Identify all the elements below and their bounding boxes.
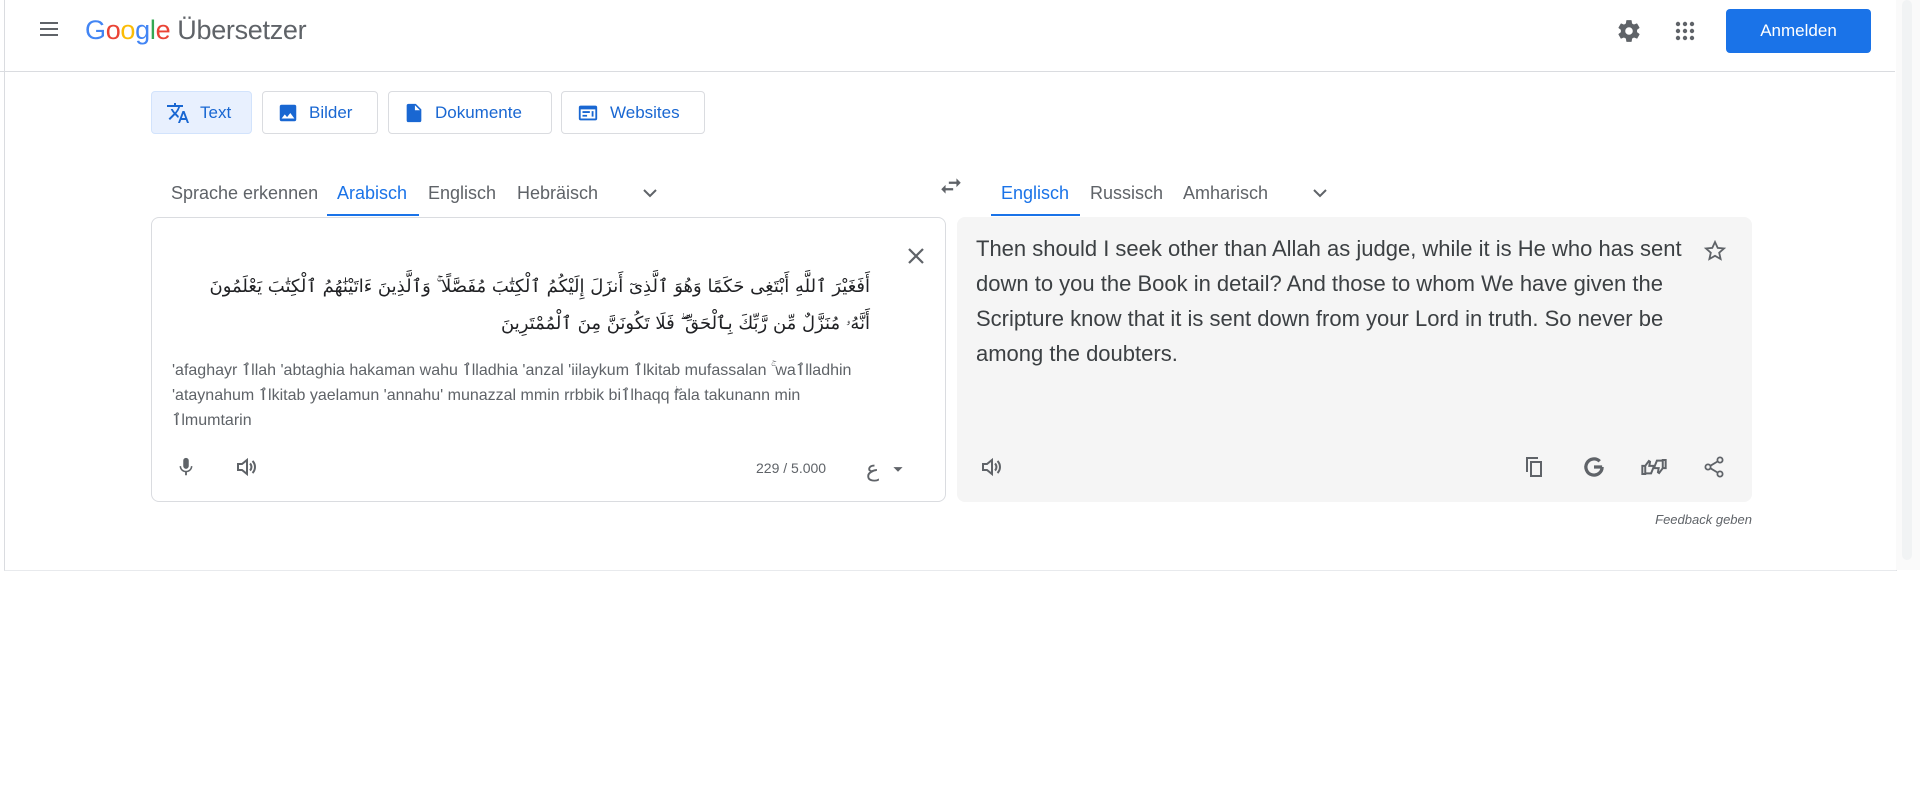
- tab-images-label: Bilder: [309, 102, 353, 122]
- google-translate-logo[interactable]: Google Übersetzer: [85, 15, 307, 46]
- target-panel: Then should I seek other than Allah as j…: [957, 217, 1752, 502]
- target-lang-english[interactable]: Englisch: [1001, 169, 1069, 217]
- logo-letter: o: [120, 15, 136, 45]
- source-lang-arabic[interactable]: Arabisch: [337, 169, 407, 217]
- source-lang-hebrew[interactable]: Hebräisch: [517, 169, 598, 217]
- voice-input-button[interactable]: [166, 447, 206, 487]
- chevron-down-icon: [643, 189, 657, 198]
- apps-grid-icon: [1675, 21, 1695, 41]
- google-g-icon: [1584, 457, 1604, 477]
- speaker-icon: [982, 457, 1001, 477]
- copy-translation-button[interactable]: [1514, 447, 1554, 487]
- logo-letter: g: [135, 15, 150, 45]
- website-icon: [578, 105, 598, 120]
- tab-websites-label: Websites: [610, 102, 680, 122]
- microphone-icon: [179, 457, 193, 476]
- document-icon: [406, 103, 422, 122]
- target-lang-active-indicator: [991, 214, 1080, 216]
- chevron-down-icon: [1313, 189, 1327, 198]
- gear-icon: [1618, 20, 1640, 42]
- target-lang-amharic[interactable]: Amharisch: [1183, 169, 1268, 217]
- header: Google Übersetzer Anmelden: [0, 0, 1895, 72]
- save-translation-button[interactable]: [1695, 231, 1735, 271]
- tab-text[interactable]: Text: [151, 91, 252, 134]
- scrollbar-thumb[interactable]: [1902, 0, 1912, 560]
- tab-documents[interactable]: Dokumente: [388, 91, 552, 134]
- google-apps-button[interactable]: [1665, 11, 1705, 51]
- source-panel: أَفَغَيْرَ ٱللَّهِ أَبْتَغِى حَكَمًا وَه…: [151, 217, 946, 502]
- hamburger-icon: [40, 22, 58, 36]
- share-icon: [1704, 456, 1724, 478]
- logo-letter: G: [85, 15, 106, 45]
- star-icon: [1703, 239, 1727, 261]
- caret-down-icon: [893, 467, 903, 472]
- tab-documents-label: Dokumente: [435, 102, 522, 122]
- logo-letter: e: [155, 15, 171, 45]
- share-translation-button[interactable]: [1694, 447, 1734, 487]
- swap-languages-button[interactable]: [931, 166, 971, 206]
- thumbs-up-down-icon: [1641, 459, 1667, 475]
- source-transliteration: 'afaghayr ٱllah 'abtaghia hakaman wahu ٱ…: [172, 362, 852, 429]
- rate-translation-button[interactable]: [1634, 447, 1674, 487]
- signin-button[interactable]: Anmelden: [1726, 9, 1871, 53]
- settings-button[interactable]: [1609, 11, 1649, 51]
- speaker-icon: [237, 457, 256, 477]
- close-icon: [908, 248, 924, 264]
- source-text-input[interactable]: أَفَغَيْرَ ٱللَّهِ أَبْتَغِى حَكَمًا وَه…: [180, 268, 871, 342]
- translation-output: Then should I seek other than Allah as j…: [976, 236, 1682, 366]
- keyboard-glyph: ع: [866, 456, 880, 481]
- source-lang-english[interactable]: Englisch: [428, 169, 496, 217]
- translate-icon: [167, 102, 189, 123]
- tab-websites[interactable]: Websites: [561, 91, 705, 134]
- source-lang-more-button[interactable]: [630, 173, 670, 213]
- copy-icon: [1526, 457, 1542, 477]
- source-lang-detect[interactable]: Sprache erkennen: [171, 169, 318, 217]
- swap-icon: [941, 178, 961, 194]
- main-menu-button[interactable]: [34, 14, 64, 44]
- input-tools-button[interactable]: ع: [866, 451, 922, 487]
- tab-text-label: Text: [200, 102, 232, 122]
- image-icon: [279, 104, 297, 121]
- product-name: Übersetzer: [177, 15, 307, 45]
- target-lang-more-button[interactable]: [1300, 173, 1340, 213]
- character-count: 229 / 5.000: [756, 460, 827, 476]
- feedback-link[interactable]: Feedback geben: [1600, 512, 1752, 527]
- tab-images[interactable]: Bilder: [262, 91, 378, 134]
- google-search-button[interactable]: [1574, 447, 1614, 487]
- logo-letter: o: [105, 15, 121, 45]
- source-lang-active-indicator: [327, 214, 419, 216]
- listen-source-button[interactable]: [226, 447, 266, 487]
- target-lang-russian[interactable]: Russisch: [1090, 169, 1163, 217]
- clear-source-button[interactable]: [896, 236, 936, 276]
- listen-translation-button[interactable]: [971, 447, 1011, 487]
